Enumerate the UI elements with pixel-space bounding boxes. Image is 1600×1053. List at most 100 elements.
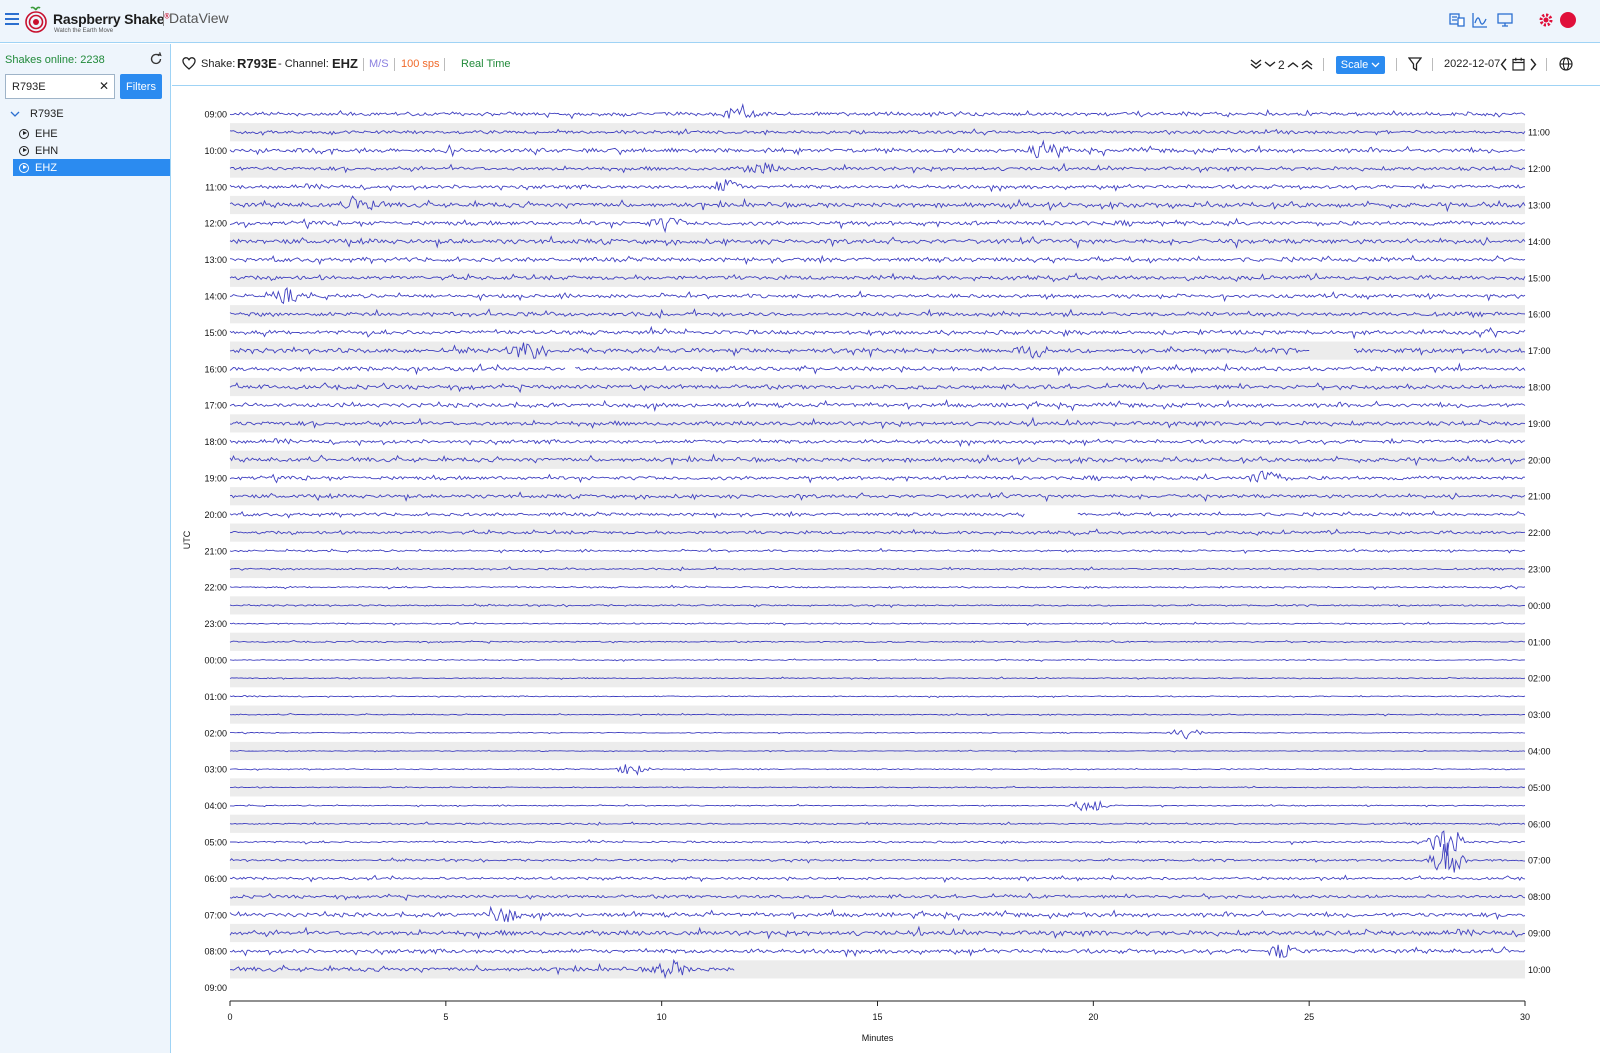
double-chevron-down-icon[interactable] [1249,58,1263,71]
shakes-online-count: Shakes online: 2238 [5,54,105,66]
divider [363,58,364,71]
clear-search-icon[interactable]: ✕ [99,79,109,93]
channel-prefix: - Channel: [278,58,329,70]
menu-icon[interactable] [5,13,19,27]
station-tree-node[interactable]: R793E [10,108,64,120]
right-time-label: 06:00 [1528,819,1551,829]
channel-item-ehn[interactable]: EHN [13,142,170,159]
right-time-label: 18:00 [1528,383,1551,393]
right-time-label: 13:00 [1528,201,1551,211]
top-bar: Raspberry Shake® Watch the Earth Move Da… [0,0,1600,43]
chevron-down-icon[interactable] [1264,58,1276,71]
chevron-down-icon [10,111,20,117]
left-time-label: 12:00 [204,219,227,229]
right-time-label: 23:00 [1528,565,1551,575]
right-time-label: 10:00 [1528,965,1551,975]
chevron-up-icon[interactable] [1287,58,1299,71]
right-time-label: 00:00 [1528,601,1551,611]
chevron-left-icon[interactable] [1500,58,1508,71]
live-monitor-icon[interactable] [1497,12,1513,28]
refresh-icon[interactable] [149,52,163,66]
left-time-label: 21:00 [204,546,227,556]
raspberry-shake-logo [25,6,47,33]
x-axis-label: Minutes [862,1033,894,1043]
left-time-label: 23:00 [204,619,227,629]
chevron-down-icon [1371,62,1380,68]
left-time-label: 16:00 [204,364,227,374]
left-time-label: 09:00 [204,983,227,993]
channel-label: EHN [35,144,59,157]
calendar-icon[interactable] [1512,57,1525,71]
filter-icon[interactable] [1408,57,1422,71]
seismic-trace [229,547,1526,555]
station-label: R793E [30,108,64,120]
chart-icon[interactable] [1472,12,1488,28]
seismic-trace [229,510,1526,519]
divider [1546,58,1547,71]
station-id: R793E [237,56,277,71]
seismic-trace [229,874,1526,883]
station-search: ✕ [5,74,115,99]
shake-prefix: Shake: [201,58,236,70]
x-tick-label: 20 [1088,1012,1098,1022]
left-time-label: 00:00 [204,656,227,666]
left-time-label: 07:00 [204,910,227,920]
right-time-label: 07:00 [1528,856,1551,866]
user-icon[interactable] [1560,12,1576,28]
chevron-right-icon[interactable] [1529,58,1537,71]
left-time-label: 19:00 [204,474,227,484]
station-search-input[interactable] [6,75,94,98]
channel-label: EHZ [35,161,57,174]
seismic-trace [229,254,1526,266]
zoom-level: 2 [1278,58,1285,72]
realtime-mode-label: Real Time [461,58,511,70]
divider [1323,58,1324,71]
left-time-label: 11:00 [205,182,227,192]
scale-dropdown[interactable]: Scale [1336,56,1385,74]
right-time-label: 08:00 [1528,892,1551,902]
trace-band [230,960,1525,979]
right-time-label: 12:00 [1528,164,1551,174]
helicorder-chart[interactable]: 09:00 10:00 11:00 12:00 13:00 14:00 15:00 16:00… [172,87,1600,1053]
seismic-trace [229,764,1525,776]
right-time-label: 16:00 [1528,310,1551,320]
brand-tagline: Watch the Earth Move [54,28,114,34]
seismic-trace [229,694,1526,699]
seismic-trace [229,944,1526,959]
play-icon [19,145,29,156]
seismic-trace [229,179,1525,193]
left-time-label: 20:00 [204,510,227,520]
sidebar: Shakes online: 2238 ✕ Filters R793E EHE … [0,44,171,1053]
seismic-trace [229,905,1526,923]
right-time-label: 17:00 [1528,346,1551,356]
left-time-label: 04:00 [204,801,227,811]
trace-band [230,450,1525,469]
x-tick-label: 10 [657,1012,667,1022]
left-time-label: 02:00 [204,728,227,738]
x-tick-label: 5 [443,1012,448,1022]
globe-icon[interactable] [1559,57,1573,71]
channel-item-ehz[interactable]: EHZ [13,159,170,176]
right-time-label: 21:00 [1528,492,1551,502]
seismic-trace [229,470,1526,484]
right-time-label: 15:00 [1528,273,1551,283]
left-time-label: 14:00 [204,292,227,302]
heart-icon[interactable] [182,57,196,71]
filters-button[interactable]: Filters [120,74,162,99]
date-label: 2022-12-07 [1444,58,1501,70]
seismic-trace [229,658,1526,662]
trace-toolbar: Shake: R793E - Channel: EHZ M/S 100 sps … [172,44,1600,86]
trace-band [230,305,1525,324]
x-tick-label: 15 [872,1012,882,1022]
map-list-icon[interactable] [1449,12,1465,28]
right-time-label: 01:00 [1528,637,1551,647]
channel-item-ehe[interactable]: EHE [13,125,170,142]
x-tick-label: 0 [227,1012,232,1022]
left-time-label: 22:00 [204,583,227,593]
settings-icon[interactable] [1538,12,1554,28]
left-time-label: 17:00 [204,401,227,411]
helicorder-svg[interactable]: 09:00 10:00 11:00 12:00 13:00 14:00 15:00 16:00… [172,87,1600,1053]
double-chevron-up-icon[interactable] [1300,58,1314,71]
left-time-label: 01:00 [204,692,227,702]
right-time-label: 20:00 [1528,455,1551,465]
